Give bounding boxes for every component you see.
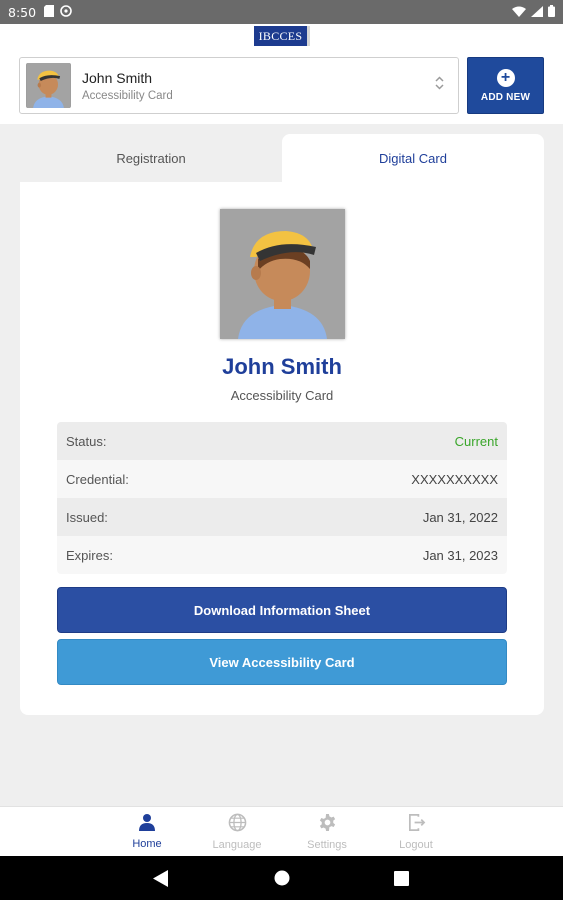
nav-label: Settings <box>307 839 347 851</box>
sync-icon <box>60 4 72 20</box>
app-header: IBCCES John Smith Accessibility Card + A… <box>0 24 563 124</box>
back-icon[interactable] <box>153 870 169 892</box>
add-new-button[interactable]: + ADD NEW <box>467 57 544 114</box>
globe-icon <box>228 813 247 835</box>
tab-digital-card[interactable]: Digital Card <box>282 134 544 182</box>
profile-photo <box>220 209 345 339</box>
recents-icon[interactable] <box>394 871 409 891</box>
selected-profile-subtitle: Accessibility Card <box>82 89 173 102</box>
detail-row-status: Status: Current <box>57 422 507 460</box>
card-details-table: Status: Current Credential: XXXXXXXXXX I… <box>57 422 507 574</box>
card-holder-name: John Smith <box>222 354 342 379</box>
credential-value: XXXXXXXXXX <box>411 471 498 487</box>
ibcces-logo: IBCCES <box>254 26 310 46</box>
expires-value: Jan 31, 2023 <box>422 547 498 563</box>
nav-label: Logout <box>399 839 433 851</box>
profile-selector[interactable]: John Smith Accessibility Card <box>19 57 459 114</box>
selected-profile-name: John Smith <box>82 69 153 86</box>
detail-label: Status: <box>66 433 107 449</box>
detail-row-expires: Expires: Jan 31, 2023 <box>57 536 507 574</box>
detail-row-credential: Credential: XXXXXXXXXX <box>57 460 507 498</box>
nav-language[interactable]: Language <box>207 813 267 851</box>
sd-card-icon <box>44 4 55 20</box>
nav-home[interactable]: Home <box>117 813 177 850</box>
bottom-navigation: Home Language Settings Logout <box>0 806 563 856</box>
battery-icon <box>548 4 555 20</box>
avatar <box>26 63 71 108</box>
detail-label: Expires: <box>66 547 113 563</box>
wifi-icon <box>512 5 526 20</box>
detail-label: Issued: <box>66 509 108 525</box>
add-new-label: ADD NEW <box>480 91 531 103</box>
home-icon[interactable] <box>274 870 290 891</box>
signal-icon <box>531 5 543 20</box>
status-bar: 8:50 <box>0 0 563 24</box>
logout-icon <box>407 813 426 835</box>
plus-circle-icon: + <box>496 68 515 87</box>
detail-label: Credential: <box>66 471 129 487</box>
tab-registration[interactable]: Registration <box>20 134 282 182</box>
person-icon <box>138 813 156 834</box>
chevron-up-down-icon <box>435 76 444 90</box>
nav-settings[interactable]: Settings <box>297 813 357 851</box>
nav-label: Home <box>132 838 162 850</box>
tab-bar: Registration Digital Card <box>20 134 544 182</box>
tab-label: Digital Card <box>379 150 447 166</box>
status-time: 8:50 <box>8 4 37 20</box>
tab-label: Registration <box>116 150 186 166</box>
gear-icon <box>318 813 337 835</box>
view-accessibility-card-button[interactable]: View Accessibility Card <box>57 639 507 685</box>
nav-logout[interactable]: Logout <box>386 813 446 851</box>
system-navigation-bar <box>0 856 563 900</box>
logo-text: IBCCES <box>258 28 303 43</box>
status-value: Current <box>454 433 498 449</box>
detail-row-issued: Issued: Jan 31, 2022 <box>57 498 507 536</box>
issued-value: Jan 31, 2022 <box>422 509 498 525</box>
digital-card-panel: John Smith Accessibility Card Status: Cu… <box>20 182 544 715</box>
download-information-sheet-button[interactable]: Download Information Sheet <box>57 587 507 633</box>
nav-label: Language <box>212 839 262 851</box>
card-type: Accessibility Card <box>230 388 334 403</box>
